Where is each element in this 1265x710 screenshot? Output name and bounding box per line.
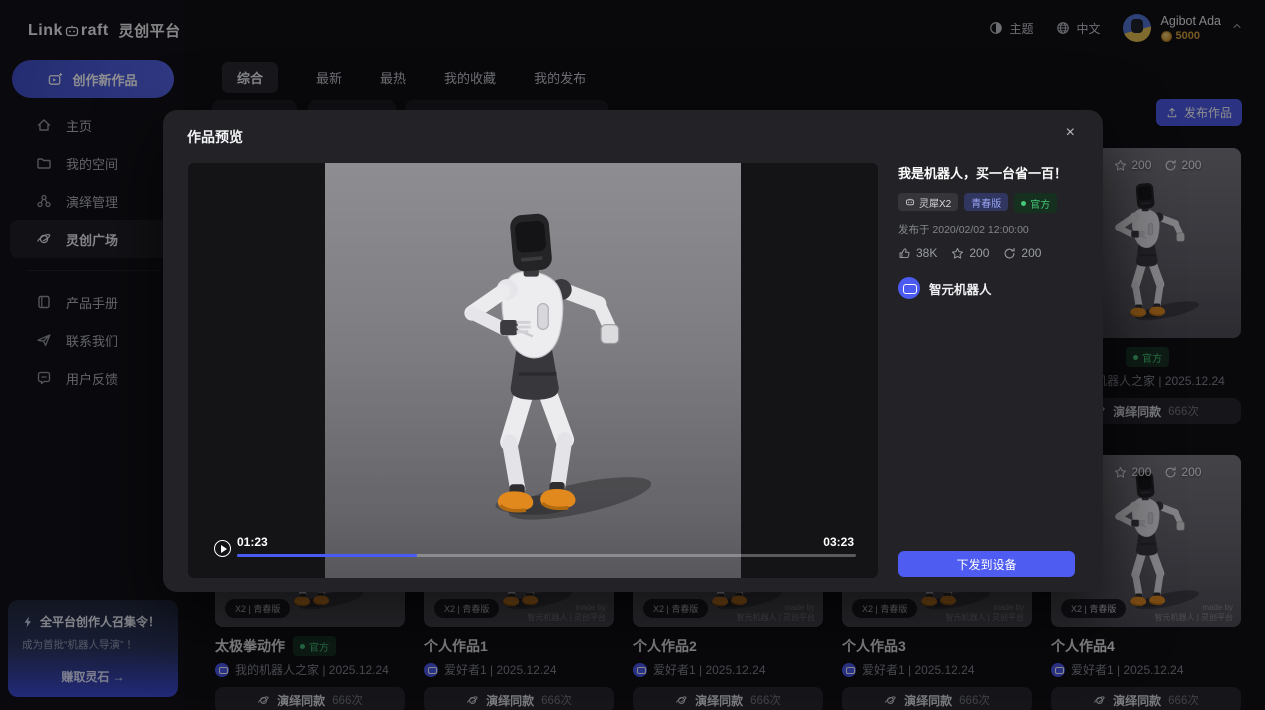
- work-tags: 灵犀X2 青春版 官方: [898, 193, 1078, 213]
- model-tag-label: 灵犀X2: [919, 195, 951, 210]
- seek-fill: [237, 554, 417, 557]
- share-icon: [1003, 247, 1016, 260]
- modal-title: 作品预览: [187, 127, 243, 147]
- stars-stat[interactable]: 200: [951, 246, 989, 260]
- work-info-panel: 我是机器人，买一台省一百！ 灵犀X2 青春版 官方 发布于 2020/02/02…: [898, 163, 1078, 299]
- current-time: 01:23: [237, 535, 268, 549]
- close-icon[interactable]: ×: [1066, 124, 1075, 142]
- likes-count: 38K: [916, 246, 937, 260]
- official-dot: [1021, 201, 1026, 206]
- edition-tag: 青春版: [964, 193, 1008, 211]
- total-duration: 03:23: [823, 535, 854, 549]
- app-window: Linkraft 灵创平台 创作新作品 主页 我的空间 演绎管理 灵创广场 产品…: [0, 0, 1265, 710]
- video-frame: [325, 163, 741, 578]
- author-name: 智元机器人: [929, 279, 992, 298]
- author-row[interactable]: 智元机器人: [898, 277, 1078, 299]
- video-player[interactable]: 01:23 03:23: [188, 163, 878, 578]
- likes-stat[interactable]: 38K: [898, 246, 937, 260]
- play-button[interactable]: [214, 540, 231, 557]
- send-to-device-button[interactable]: 下发到设备: [898, 551, 1075, 577]
- robot-face-icon: [905, 197, 915, 207]
- star-icon: [951, 247, 964, 260]
- work-stats: 38K 200 200: [898, 246, 1078, 260]
- seek-bar[interactable]: [237, 554, 856, 557]
- model-tag: 灵犀X2: [898, 193, 958, 211]
- robot-render: [383, 198, 683, 550]
- thumbs-up-icon: [898, 247, 911, 260]
- shares-count: 200: [1021, 246, 1041, 260]
- publish-date: 发布于 2020/02/02 12:00:00: [898, 222, 1078, 237]
- work-title: 我是机器人，买一台省一百！: [898, 163, 1078, 182]
- author-avatar: [898, 277, 920, 299]
- shares-stat[interactable]: 200: [1003, 246, 1041, 260]
- work-preview-modal: 作品预览 × 01:23 03:23 我是机器人，买一台省一百！ 灵犀X2 青春…: [163, 110, 1103, 592]
- official-tag: 官方: [1014, 193, 1057, 213]
- official-tag-label: 官方: [1030, 196, 1050, 211]
- stars-count: 200: [969, 246, 989, 260]
